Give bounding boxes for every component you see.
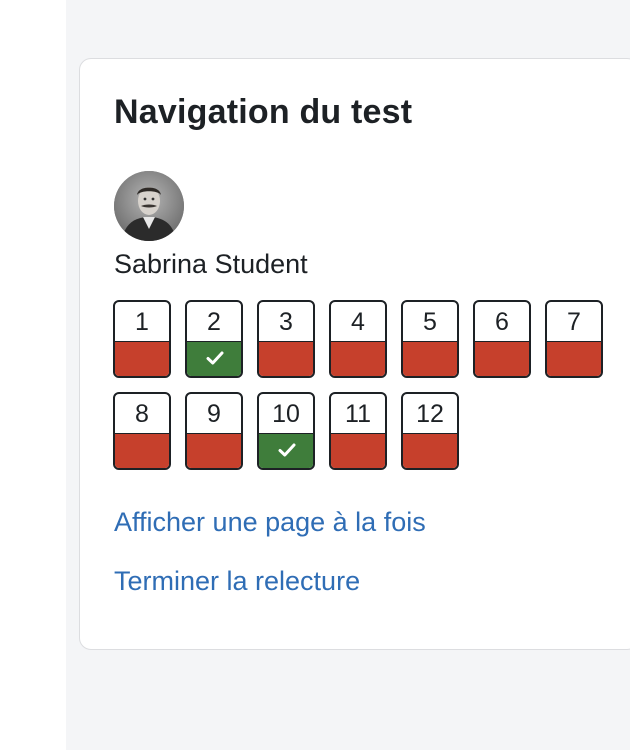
check-icon xyxy=(206,351,224,365)
question-number: 12 xyxy=(416,400,444,428)
question-state-incorrect xyxy=(115,341,169,376)
question-state-correct xyxy=(187,341,241,376)
question-number: 11 xyxy=(345,400,371,428)
question-button[interactable]: 2 xyxy=(185,300,243,378)
question-button[interactable]: 8 xyxy=(113,392,171,470)
question-state-correct xyxy=(259,433,313,468)
question-button[interactable]: 5 xyxy=(401,300,459,378)
question-button[interactable]: 9 xyxy=(185,392,243,470)
question-state-incorrect xyxy=(547,341,601,376)
user-name[interactable]: Sabrina Student xyxy=(114,249,308,280)
question-button[interactable]: 4 xyxy=(329,300,387,378)
question-number: 7 xyxy=(567,308,581,336)
check-icon xyxy=(278,443,296,457)
question-number: 9 xyxy=(207,400,221,428)
question-number: 5 xyxy=(423,308,437,336)
question-state-incorrect xyxy=(403,341,457,376)
question-state-incorrect xyxy=(331,341,385,376)
question-button[interactable]: 3 xyxy=(257,300,315,378)
user-photo-icon xyxy=(114,171,184,241)
question-number: 6 xyxy=(495,308,509,336)
user-avatar[interactable] xyxy=(114,171,184,241)
question-number: 3 xyxy=(279,308,293,336)
show-one-page-link[interactable]: Afficher une page à la fois xyxy=(114,507,426,538)
question-state-incorrect xyxy=(259,341,313,376)
question-button[interactable]: 12 xyxy=(401,392,459,470)
question-button[interactable]: 7 xyxy=(545,300,603,378)
question-button[interactable]: 1 xyxy=(113,300,171,378)
question-number: 2 xyxy=(207,308,221,336)
question-button[interactable]: 6 xyxy=(473,300,531,378)
question-button[interactable]: 11 xyxy=(329,392,387,470)
question-state-incorrect xyxy=(475,341,529,376)
quiz-navigation-block: Navigation du test Sabrina Student 12345… xyxy=(79,58,630,650)
question-number: 1 xyxy=(135,308,149,336)
question-button[interactable]: 10 xyxy=(257,392,315,470)
block-title: Navigation du test xyxy=(114,93,413,131)
question-number: 4 xyxy=(351,308,365,336)
question-state-incorrect xyxy=(187,433,241,468)
question-state-incorrect xyxy=(331,433,385,468)
question-number: 10 xyxy=(272,400,300,428)
finish-review-link[interactable]: Terminer la relecture xyxy=(114,566,360,597)
question-number: 8 xyxy=(135,400,149,428)
question-state-incorrect xyxy=(115,433,169,468)
question-state-incorrect xyxy=(403,433,457,468)
